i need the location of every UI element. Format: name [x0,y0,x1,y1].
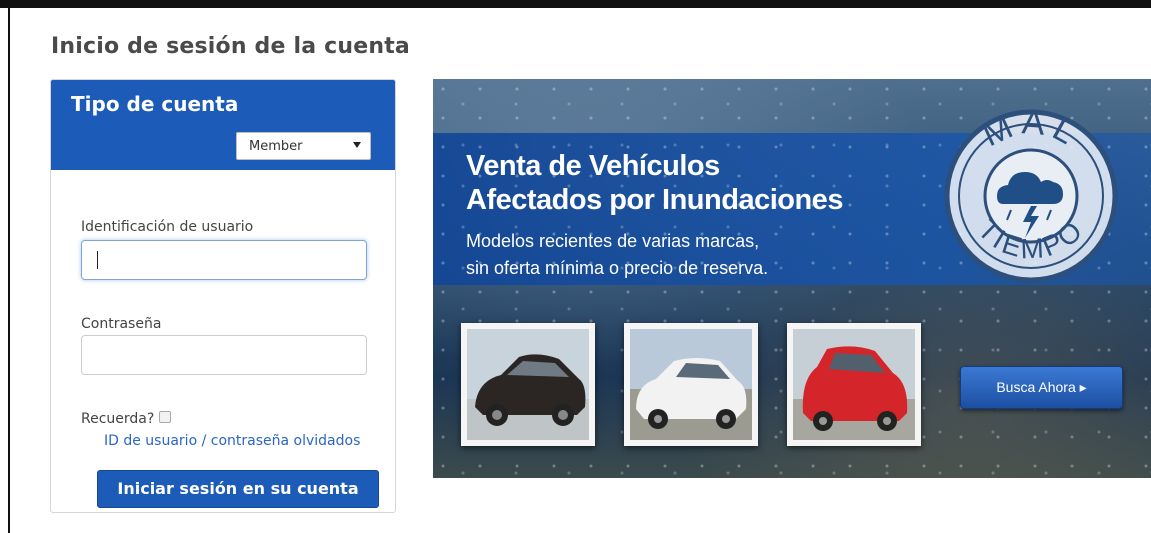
account-type-header: Tipo de cuenta Member [51,80,395,170]
password-input[interactable] [81,335,367,375]
banner-headline: Venta de Vehículos Afectados por Inundac… [466,149,843,217]
login-panel: Tipo de cuenta Member Identificación de … [50,79,396,513]
account-type-selected-value: Member [249,139,303,154]
user-id-label: Identificación de usuario [81,219,254,235]
car-photo-2 [624,323,758,446]
car-photo-3 [787,323,921,446]
banner-headline-line2: Afectados por Inundaciones [466,184,843,216]
login-submit-button[interactable]: Iniciar sesión en su cuenta [97,470,379,508]
account-type-select[interactable]: Member [236,132,371,160]
text-caret [97,251,98,269]
user-id-input[interactable] [81,240,367,280]
chevron-down-icon [353,142,361,148]
banner-headline-line1: Venta de Vehículos [466,150,720,182]
flood-vehicles-banner[interactable]: Venta de Vehículos Afectados por Inundac… [433,79,1151,478]
page-title: Inicio de sesión de la cuenta [51,34,410,59]
mal-tiempo-stamp: MAL TIEMPO [944,104,1118,283]
window-frame-left [8,8,10,533]
banner-subtitle-line2: sin oferta mínima o precio de reserva. [466,258,769,278]
remember-checkbox[interactable] [159,411,171,423]
banner-subtitle: Modelos recientes de varias marcas, sin … [466,228,768,282]
banner-subtitle-line1: Modelos recientes de varias marcas, [466,231,760,251]
car-photo-1 [461,323,595,446]
window-frame-top [0,0,1151,8]
forgot-credentials-link[interactable]: ID de usuario / contraseña olvidados [104,433,360,449]
account-type-title: Tipo de cuenta [71,92,239,116]
password-label: Contraseña [81,316,162,332]
remember-label: Recuerda? [81,411,155,427]
busca-ahora-button[interactable]: Busca Ahora ▸ [960,366,1123,409]
